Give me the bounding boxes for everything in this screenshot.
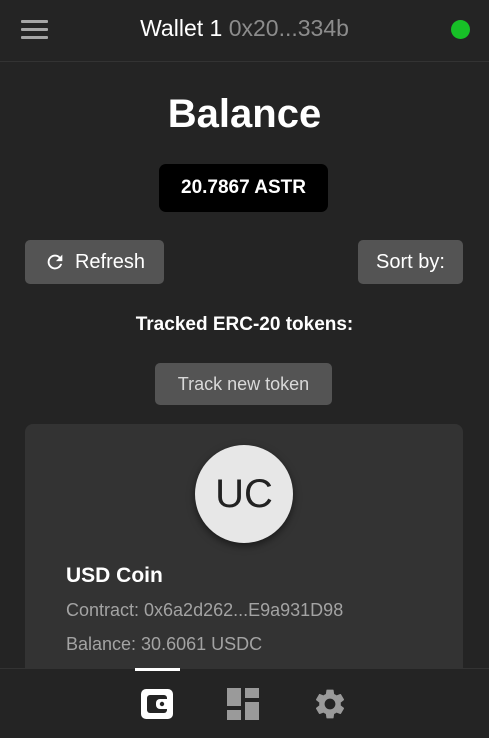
bottom-nav	[0, 668, 489, 738]
wallet-icon	[141, 689, 173, 719]
sort-by-button[interactable]: Sort by:	[358, 240, 463, 284]
nav-dashboard-tab[interactable]	[225, 686, 261, 722]
gear-icon	[315, 689, 345, 719]
wallet-title: Wallet 1 0x20...334b	[0, 15, 489, 42]
nav-settings-tab[interactable]	[312, 686, 348, 722]
balance-heading: Balance	[167, 92, 322, 136]
token-balance: Balance: 30.6061 USDC	[66, 634, 263, 654]
refresh-icon	[47, 254, 63, 270]
connection-status-dot	[451, 20, 470, 39]
tracked-tokens-heading: Tracked ERC-20 tokens:	[135, 314, 354, 335]
token-name: USD Coin	[66, 564, 163, 587]
token-avatar: UC	[195, 445, 293, 543]
balance-amount: 20.7867 ASTR	[159, 164, 328, 212]
refresh-button-label: Refresh	[74, 250, 146, 273]
refresh-button[interactable]: Refresh	[25, 240, 164, 284]
wallet-address[interactable]: 0x20...334b	[229, 15, 349, 41]
track-new-token-button[interactable]: Track new token	[155, 363, 332, 405]
dashboard-icon	[227, 688, 259, 720]
nav-wallet-tab[interactable]	[139, 686, 175, 722]
token-contract: Contract: 0x6a2d262...E9a931D98	[66, 600, 344, 620]
active-tab-indicator	[135, 668, 180, 671]
app-header: Wallet 1 0x20...334b	[0, 0, 489, 62]
wallet-name: Wallet 1	[140, 15, 223, 41]
